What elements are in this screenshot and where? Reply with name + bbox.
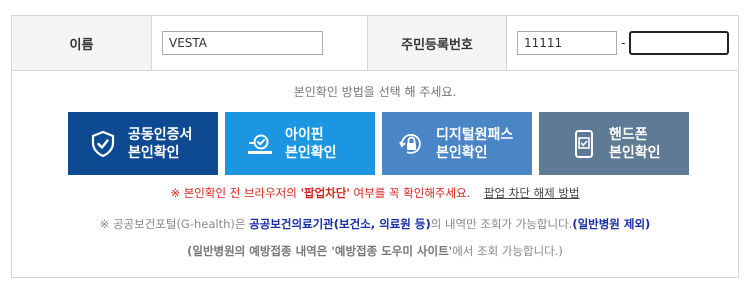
ipin-verify-button[interactable]: 아이핀 본인확인 (225, 112, 375, 175)
notice-text: ※ 공공보건포털(G-health)은 (99, 217, 250, 231)
button-label-line1: 디지털원패스 (436, 126, 514, 143)
digital-onepass-lock-icon (396, 129, 426, 159)
notice-line-2: (일반병원의 예방접종 내역은 '예방접종 도우미 사이트'에서 조회 가능합니… (12, 243, 738, 259)
button-label-line1: 아이핀 (285, 126, 324, 143)
notice-bold-institutions: 공공보건의료기관(보건소, 의료원 등) (249, 217, 431, 231)
form-row: 이름 주민등록번호 - (12, 16, 738, 71)
warning-text-2: 여부를 꼭 확인해주세요. (349, 186, 471, 200)
notice-bold-exclusion: (일반병원 제외) (572, 217, 651, 231)
notice2-bold-2: '예방접종 도우미 사이트' (331, 244, 453, 258)
button-label-line1: 핸드폰 (609, 126, 648, 143)
digital-onepass-verify-button[interactable]: 디지털원패스 본인확인 (382, 112, 532, 175)
mobile-phone-verify-button[interactable]: 핸드폰 본인확인 (539, 112, 689, 175)
rrn-cell: - (507, 16, 738, 70)
mobile-phone-check-icon (569, 129, 599, 159)
verification-buttons: 공동인증서 본인확인 아이핀 본인확인 디지털원패스 본인확인 핸드폰 본인확인 (68, 112, 689, 175)
button-label-line2: 본인확인 (285, 144, 337, 161)
notice2-text: 에서 조회 가능합니다.) (452, 244, 563, 258)
certificate-verify-button[interactable]: 공동인증서 본인확인 (68, 112, 218, 175)
guide-text: 본인확인 방법을 선택 해 주세요. (293, 85, 457, 99)
name-label: 이름 (12, 16, 152, 70)
name-input[interactable] (162, 31, 323, 55)
rrn-separator: - (621, 36, 626, 50)
notice-line-1: ※ 공공보건포털(G-health)은 공공보건의료기관(보건소, 의료원 등)… (12, 216, 738, 232)
ipin-card-check-icon (245, 129, 275, 159)
name-cell (152, 16, 368, 70)
popup-warning: ※ 본인확인 전 브라우저의 '팝업차단' 여부를 꼭 확인해주세요. 팝업 차… (12, 185, 738, 201)
warning-text: ※ 본인확인 전 브라우저의 (170, 186, 301, 200)
notice-text-2: 의 내역만 조회가 가능합니다. (430, 217, 573, 231)
button-label-line1: 공동인증서 (128, 126, 193, 143)
rrn-back-input[interactable] (629, 31, 730, 55)
identity-verification-panel: 이름 주민등록번호 - 본인확인 방법을 선택 해 주세요. 공동인증서 본인확… (11, 15, 739, 278)
notice2-bold-1: (일반병원의 예방접종 내역은 (187, 244, 332, 258)
rrn-front-input[interactable] (517, 31, 617, 55)
shield-check-icon (88, 129, 118, 159)
rrn-label: 주민등록번호 (368, 16, 507, 70)
button-label-line2: 본인확인 (609, 144, 661, 161)
button-label-line2: 본인확인 (128, 144, 180, 161)
warning-highlight: '팝업차단' (300, 186, 350, 200)
popup-unblock-link[interactable]: 팝업 차단 해제 방법 (484, 186, 580, 200)
button-label-line2: 본인확인 (436, 144, 488, 161)
